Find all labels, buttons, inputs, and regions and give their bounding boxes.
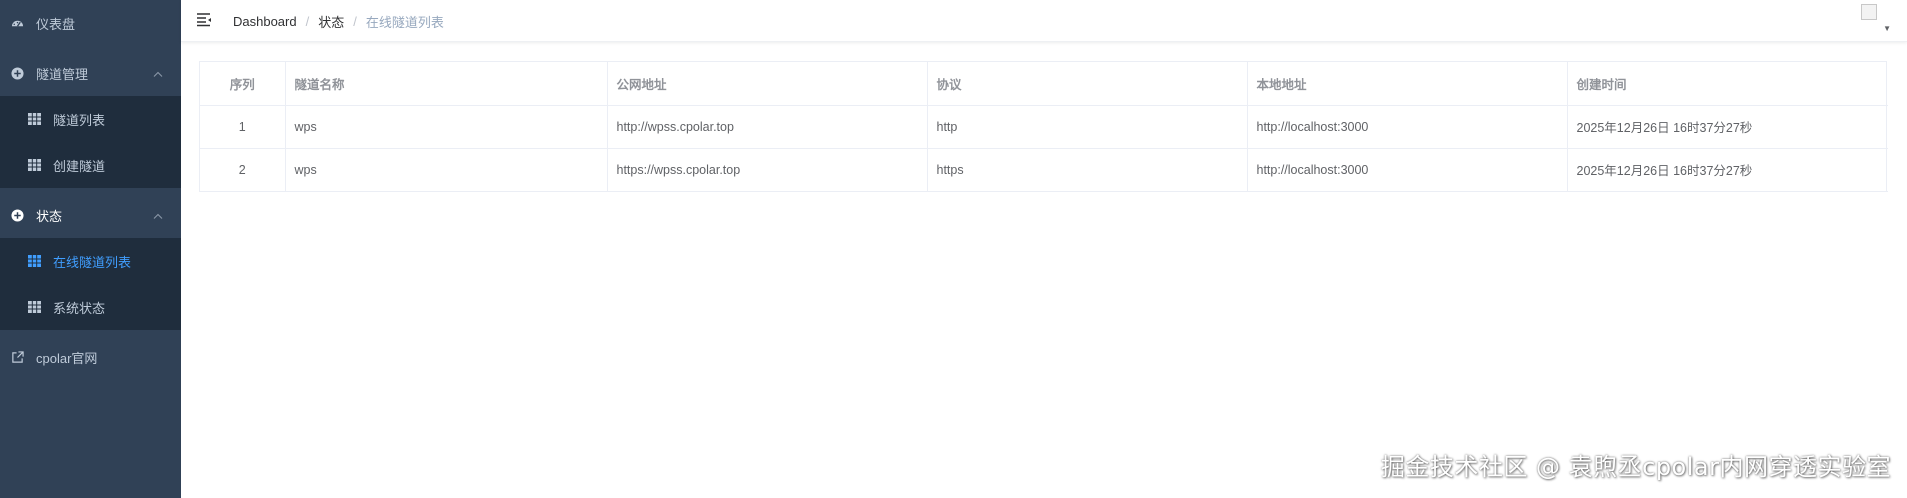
breadcrumb: Dashboard / 状态 / 在线隧道列表 (233, 12, 444, 31)
table-row: 2 wps https://wpss.cpolar.top https http… (200, 148, 1888, 192)
column-header-local-address: 本地地址 (1247, 62, 1568, 106)
breadcrumb-current: 在线隧道列表 (365, 15, 444, 30)
sidebar-item-tunnel-management[interactable]: 隧道管理 (0, 50, 181, 96)
cell-local-address: http://localhost:3000 (1247, 105, 1568, 149)
table-icon (27, 300, 41, 314)
sidebar-item-label: 系统状态 (53, 300, 106, 316)
cell-public-address: http://wpss.cpolar.top (607, 105, 928, 149)
column-header-created-time: 创建时间 (1567, 62, 1888, 106)
breadcrumb-separator: / (305, 14, 310, 29)
breadcrumb-separator: / (353, 14, 357, 29)
sidebar-item-status[interactable]: 状态 (0, 192, 181, 238)
sidebar-item-create-tunnel[interactable]: 创建隧道 (0, 142, 181, 188)
cell-tunnel-name: wps (285, 148, 608, 192)
column-header-tunnel-name: 隧道名称 (285, 62, 608, 106)
column-header-public-address: 公网地址 (607, 62, 928, 106)
plus-circle-icon (10, 208, 24, 222)
cell-local-address: http://localhost:3000 (1247, 148, 1568, 192)
table-icon (27, 254, 41, 268)
breadcrumb-status[interactable]: 状态 (318, 12, 344, 31)
sidebar-item-cpolar-website[interactable]: cpolar官网 (0, 334, 181, 380)
cell-created-time: 2025年12月26日 16时37分27秒 (1567, 148, 1888, 192)
cell-index: 2 (200, 148, 286, 192)
hamburger-icon[interactable] (195, 10, 213, 28)
sidebar: 仪表盘 隧道管理 隧道列表 创建隧道 状态 在线隧道列表 系统状态 cpolar… (0, 0, 181, 498)
watermark: 掘金技术社区 @ 袁煦丞cpolar内网穿透实验室 (1380, 453, 1891, 481)
table-header-row: 序列 隧道名称 公网地址 协议 本地地址 创建时间 (200, 62, 1888, 106)
caret-down-icon[interactable]: ▼ (1883, 24, 1891, 33)
tunnel-table: 序列 隧道名称 公网地址 协议 本地地址 创建时间 1 wps http://w… (199, 61, 1888, 192)
sidebar-item-dashboard[interactable]: 仪表盘 (0, 0, 181, 46)
sidebar-item-label: 状态 (36, 208, 63, 224)
sidebar-item-label: 隧道列表 (53, 112, 106, 128)
cell-index: 1 (200, 105, 286, 149)
cell-protocol: http (927, 105, 1248, 149)
sidebar-item-label: 仪表盘 (36, 16, 76, 32)
column-header-index: 序列 (200, 62, 286, 106)
plus-circle-icon (10, 66, 24, 80)
sidebar-item-tunnel-list[interactable]: 隧道列表 (0, 96, 181, 142)
cell-tunnel-name: wps (285, 105, 608, 149)
sidebar-item-label: cpolar官网 (36, 350, 98, 366)
navbar: Dashboard / 状态 / 在线隧道列表 ▼ (181, 0, 1907, 42)
chevron-up-icon (153, 66, 163, 81)
cell-created-time: 2025年12月26日 16时37分27秒 (1567, 105, 1888, 149)
sidebar-item-label: 隧道管理 (36, 66, 89, 82)
column-header-protocol: 协议 (927, 62, 1248, 106)
cell-public-address: https://wpss.cpolar.top (607, 148, 928, 192)
table-icon (27, 158, 41, 172)
table-icon (27, 112, 41, 126)
sidebar-item-system-status[interactable]: 系统状态 (0, 284, 181, 330)
sidebar-item-label: 创建隧道 (53, 158, 106, 174)
cell-protocol: https (927, 148, 1248, 192)
sidebar-item-label: 在线隧道列表 (53, 254, 132, 270)
external-link-icon (10, 350, 24, 364)
sidebar-item-online-tunnel-list[interactable]: 在线隧道列表 (0, 238, 181, 284)
table-row: 1 wps http://wpss.cpolar.top http http:/… (200, 105, 1888, 149)
chevron-up-icon (153, 208, 163, 223)
avatar[interactable] (1861, 4, 1877, 20)
dashboard-icon (10, 16, 24, 30)
breadcrumb-dashboard[interactable]: Dashboard (233, 14, 297, 29)
user-menu[interactable]: ▼ (1861, 4, 1891, 34)
